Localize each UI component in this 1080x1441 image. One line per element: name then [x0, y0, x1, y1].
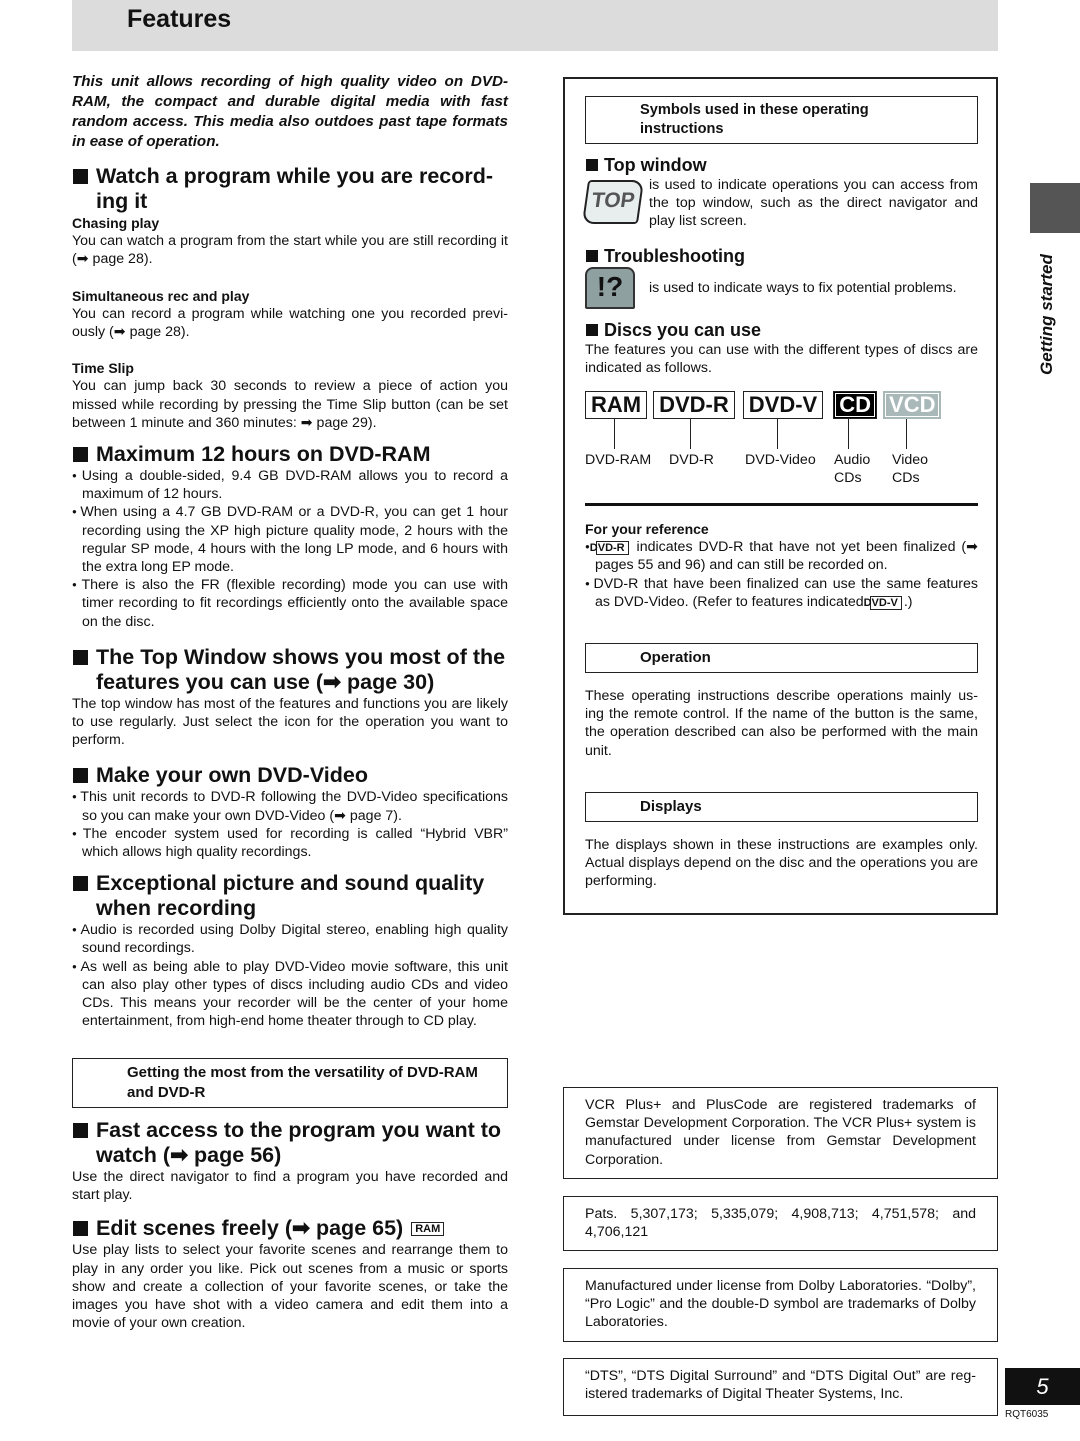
- note-text: VCR Plus+ and PlusCode are registered tr…: [585, 1097, 976, 1168]
- top-text: is used to indicate operations you can a…: [649, 177, 978, 230]
- page-title: Features: [127, 5, 232, 33]
- disc-label: Audio CDs: [834, 452, 871, 487]
- symbols-panel: Symbols used in these operating instruct…: [563, 77, 998, 915]
- top-icon: TOP: [581, 180, 645, 224]
- vcd-logo: VCD: [883, 391, 942, 420]
- bullet: This unit records to DVD-R following the…: [72, 788, 508, 824]
- heading-watch: Watch a program while you are record- in…: [72, 164, 508, 214]
- troubleshooting-text: is used to indicate ways to fix potentia…: [649, 279, 957, 296]
- reference-bullet: DVD-R that have been finalized can use t…: [585, 575, 978, 611]
- bullet: As well as being able to play DVD-Video …: [72, 958, 508, 1031]
- text: The top window has most of the features …: [72, 695, 508, 749]
- sub-text: You can jump back 30 seconds to review a…: [72, 378, 508, 431]
- dvd-r-logo: DVD-R: [653, 391, 735, 420]
- bullet: There is also the FR (flexible recording…: [72, 576, 508, 631]
- left-bottom: Getting the most from the versatility of…: [72, 1058, 508, 1332]
- page-number: 5: [1005, 1368, 1080, 1405]
- reference-text-end: .): [903, 593, 913, 610]
- trademark-note: VCR Plus+ and PlusCode are registered tr…: [563, 1087, 998, 1179]
- patents-note: Pats. 5,307,173; 5,335,079; 4,908,713; 4…: [563, 1196, 998, 1251]
- versatility-box: Getting the most from the versatility of…: [72, 1058, 508, 1108]
- dts-note: “DTS”, “DTS Digital Surround” and “DTS D…: [563, 1358, 998, 1416]
- displays-text: The displays shown in these instructions…: [585, 836, 978, 890]
- note-text: Pats. 5,307,173; 5,335,079; 4,908,713; 4…: [585, 1206, 976, 1241]
- reference-bullet: DVD-R indicates DVD-R that have not yet …: [585, 538, 978, 574]
- side-tab-label-wrap: Getting started: [1018, 245, 1058, 375]
- divider: [585, 503, 978, 507]
- disc-labels: DVD-RAM DVD-R DVD-Video Audio CDs Video …: [585, 419, 978, 497]
- reference-title: For your reference: [585, 521, 709, 538]
- dvd-v-tag: DVD-V: [864, 595, 902, 610]
- disc-label: DVD-R: [669, 452, 714, 469]
- side-tab-label: Getting started: [1037, 254, 1056, 375]
- heading-discs: Discs you can use: [585, 319, 978, 341]
- operation-text: These operating instructions describe op…: [585, 688, 978, 759]
- disc-label: DVD-RAM: [585, 452, 652, 469]
- heading-top-window: The Top Window shows you most of the fea…: [72, 645, 508, 695]
- disc-label: DVD-Video: [745, 452, 816, 469]
- sub-title: Simultaneous rec and play: [72, 287, 250, 304]
- note-text: “DTS”, “DTS Digital Surround” and “DTS D…: [585, 1368, 976, 1403]
- heading-quality: Exceptional picture and sound quality wh…: [72, 871, 508, 921]
- reference-text: indicates DVD-R that have not yet been f…: [595, 539, 978, 574]
- troubleshooting-book-icon: !?: [585, 266, 635, 309]
- heading-fast-access: Fast access to the program you want to w…: [72, 1118, 508, 1168]
- sub-text: You can watch a program from the start w…: [72, 233, 508, 268]
- disc-label: Video CDs: [892, 452, 929, 487]
- reference-text: DVD-R that have been finalized can use t…: [593, 575, 978, 610]
- text: Use play lists to select your favorite s…: [72, 1242, 508, 1332]
- heading-edit-scenes: Edit scenes freely (➡ page 65) RAM: [72, 1216, 508, 1241]
- dvd-v-logo: DVD-V: [742, 391, 824, 420]
- sub-title: Time Slip: [72, 360, 134, 377]
- heading-text: Edit scenes freely (➡ page 65): [96, 1216, 404, 1241]
- intro: This unit allows recording of high quali…: [72, 73, 508, 150]
- heading-troubleshooting: Troubleshooting: [585, 245, 978, 267]
- dvd-r-tag: DVD-R: [590, 541, 629, 556]
- bullet: The encoder system used for recording is…: [72, 825, 508, 861]
- disc-logos: RAM DVD-R DVD-V CD VCD: [585, 391, 978, 420]
- ram-logo: RAM: [585, 391, 648, 420]
- bullet: Using a double-sided, 9.4 GB DVD-RAM all…: [72, 467, 508, 503]
- ram-tag: RAM: [411, 1222, 445, 1237]
- text: Use the direct navigator to find a progr…: [72, 1169, 508, 1204]
- side-tab: [1030, 183, 1080, 233]
- discs-text: The features you can use with the differ…: [585, 341, 978, 376]
- heading-top-window: Top window: [585, 154, 978, 176]
- title-bar: Features: [72, 0, 998, 51]
- note-text: Manufactured under license from Dolby La…: [585, 1278, 976, 1331]
- dolby-note: Manufactured under license from Dolby La…: [563, 1268, 998, 1342]
- bullet: Audio is recorded using Dolby Digital st…: [72, 921, 508, 957]
- sub-title: Chasing play: [72, 215, 160, 231]
- displays-box: Displays: [585, 791, 978, 822]
- cd-logo: CD: [833, 391, 878, 420]
- bullet: When using a 4.7 GB DVD-RAM or a DVD-R, …: [72, 503, 508, 576]
- symbols-box: Symbols used in these operating instruct…: [585, 96, 978, 144]
- doc-code: RQT6035: [1005, 1409, 1049, 1420]
- heading-dvd-video: Make your own DVD-Video: [72, 763, 508, 788]
- heading-maximum: Maximum 12 hours on DVD-RAM: [72, 442, 508, 467]
- operation-box: Operation: [585, 643, 978, 674]
- left-column: This unit allows recording of high quali…: [72, 72, 508, 1031]
- sub-text: You can record a program while watching …: [72, 305, 508, 341]
